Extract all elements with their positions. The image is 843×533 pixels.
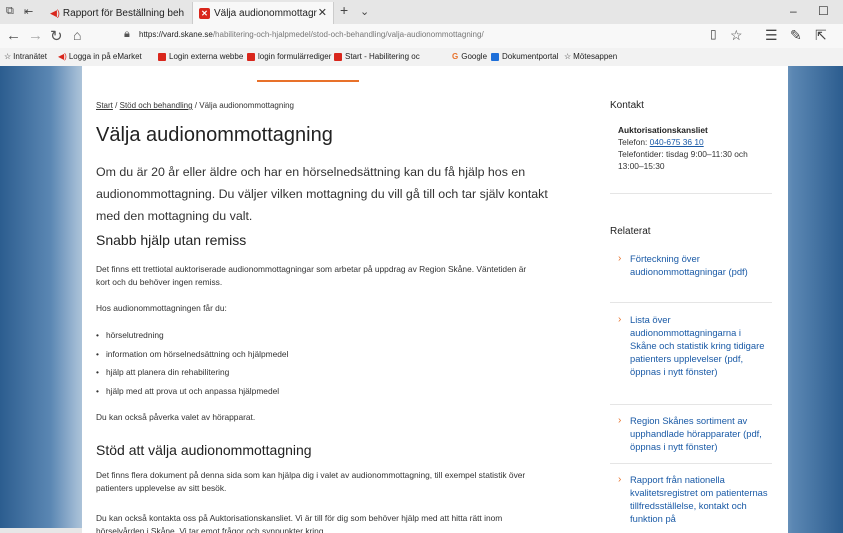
lead-text: Om du är 20 år eller äldre och har en hö… [96,165,548,223]
tab-list-chevron-down-icon[interactable]: ⌄ [360,5,369,18]
paragraph: Du kan också kontakta oss på Auktorisati… [96,513,503,533]
breadcrumb-start-link[interactable]: Start [96,101,113,110]
tab-label: Rapport för Beställning beh [62,7,185,19]
fav-login-formular[interactable]: login formulärrediger [247,52,331,61]
list-item: hjälp med att prova ut och anpassa hjälp… [96,386,288,405]
google-icon: G [452,52,459,61]
chevron-right-icon: › [618,474,622,485]
region-skane-favicon-icon: ✕ [199,7,210,19]
home-icon[interactable]: ⌂ [73,27,81,43]
list-item: hjälp att planera din rehabilitering [96,367,288,386]
section-heading-stod: Stöd att välja audionommottagning [96,442,312,458]
url-field[interactable]: https://vard.skane.se/habilitering-och-h… [139,30,484,39]
fav-intranatet[interactable]: ☆ Intranätet [4,52,47,61]
paragraph: Det finns flera dokument på denna sida s… [96,470,526,493]
breadcrumb-stod-link[interactable]: Stöd och behandling [120,101,193,110]
url-host: https://vard.skane.se [139,30,213,39]
paragraph: Det finns ett trettiotal auktoriserade a… [96,264,527,287]
region-skane-icon [334,52,342,61]
pen-notes-icon[interactable]: ✎ [790,27,802,44]
star-icon: ☆ [4,52,12,61]
close-tab-icon[interactable]: ✕ [318,6,327,19]
fav-emarket[interactable]: ◀) Logga in på eMarket [58,52,142,61]
chevron-right-icon: › [618,253,622,264]
tab-bar: ⧉ ⇤ ◀) Rapport för Beställning beh ✕ Väl… [0,0,843,24]
tab-valja[interactable]: ✕ Välja audionommottagr ✕ [192,2,334,24]
section-heading-snabb-hjalp: Snabb hjälp utan remiss [96,232,247,248]
tab-actions-icon[interactable]: ⧉ [6,5,14,18]
favorites-hub-icon[interactable]: ☰ [765,27,778,44]
tab-label: Välja audionommottagr [214,7,317,19]
related-link[interactable]: › Region Skånes sortiment av upphandlade… [610,414,770,453]
document-portal-icon [491,52,499,61]
region-skane-icon [247,52,255,61]
forward-arrow-icon[interactable]: → [28,27,43,44]
horizontal-scroll-area [0,528,82,533]
divider [610,404,772,405]
list-item: information om hörselnedsättning och hjä… [96,349,289,368]
star-icon: ☆ [564,52,572,61]
contact-heading: Kontakt [610,100,644,111]
new-tab-icon[interactable]: + [340,2,348,18]
refresh-icon[interactable]: ↻ [50,27,63,45]
phone-link[interactable]: 040-675 36 10 [650,137,704,147]
tab-rapport[interactable]: ◀) Rapport för Beställning beh [50,2,188,24]
sound-icon: ◀) [58,52,67,61]
fav-google[interactable]: G Google [452,52,487,61]
maximize-icon[interactable]: ☐ [818,4,829,18]
back-arrow-icon[interactable]: ← [6,27,21,44]
back-tabs-icon[interactable]: ⇤ [24,5,33,18]
region-skane-icon [158,52,166,61]
minimize-icon[interactable]: – [790,4,797,18]
list-item: hörselutredning [96,330,288,349]
phone-hours: Telefontider: tisdag 9:00–11:30 och 13:0… [618,149,748,171]
divider [610,193,772,194]
active-nav-indicator [257,80,359,82]
fav-dokumentportal[interactable]: Dokumentportal [491,52,558,61]
favorites-bar: ☆ Intranätet ◀) Logga in på eMarket Login … [0,48,843,67]
page-title: Välja audionommottagning [96,124,333,146]
contact-name: Auktorisationskansliet [618,125,708,135]
page-content: Start / Stöd och behandling / Välja audi… [82,66,788,533]
related-heading: Relaterat [610,226,651,237]
paragraph: Hos audionommottagningen får du: [96,303,227,313]
paragraph: Du kan också påverka valet av hörapparat… [96,412,256,422]
chevron-right-icon: › [618,314,622,325]
services-list: hörselutredning information om hörselned… [96,330,289,405]
breadcrumb-current: Välja audionommottagning [199,101,294,110]
related-link[interactable]: › Lista över audionommottagningarna i Sk… [610,313,770,378]
share-icon[interactable]: ⇱ [815,27,827,44]
related-link[interactable]: › Förteckning över audionommottagningar … [610,252,770,278]
chevron-right-icon: › [618,415,622,426]
sound-icon: ◀) [50,7,60,18]
fav-start-habilitering[interactable]: Start - Habilitering oc [334,52,420,61]
divider [610,302,772,303]
url-path: /habilitering-och-hjalpmedel/stod-och-be… [212,30,484,39]
contact-block: Auktorisationskansliet Telefon: 040-675 … [618,125,748,171]
divider [610,463,772,464]
fav-login-externa[interactable]: Login externa webbe [158,52,243,61]
related-link[interactable]: › Rapport från nationella kvalitetsregis… [610,473,770,525]
favorite-star-icon[interactable]: ☆ [730,27,743,44]
reading-view-icon[interactable]: ▯ [710,27,717,41]
browser-chrome: ⧉ ⇤ ◀) Rapport för Beställning beh ✕ Väl… [0,0,843,67]
fav-motesappen[interactable]: ☆ Mötesappen [564,52,617,61]
lock-icon: 🔒︎ [124,28,130,40]
breadcrumb: Start / Stöd och behandling / Välja audi… [96,101,294,110]
address-bar: ← → ↻ ⌂ 🔒︎ https://vard.skane.se/habilit… [0,24,843,48]
